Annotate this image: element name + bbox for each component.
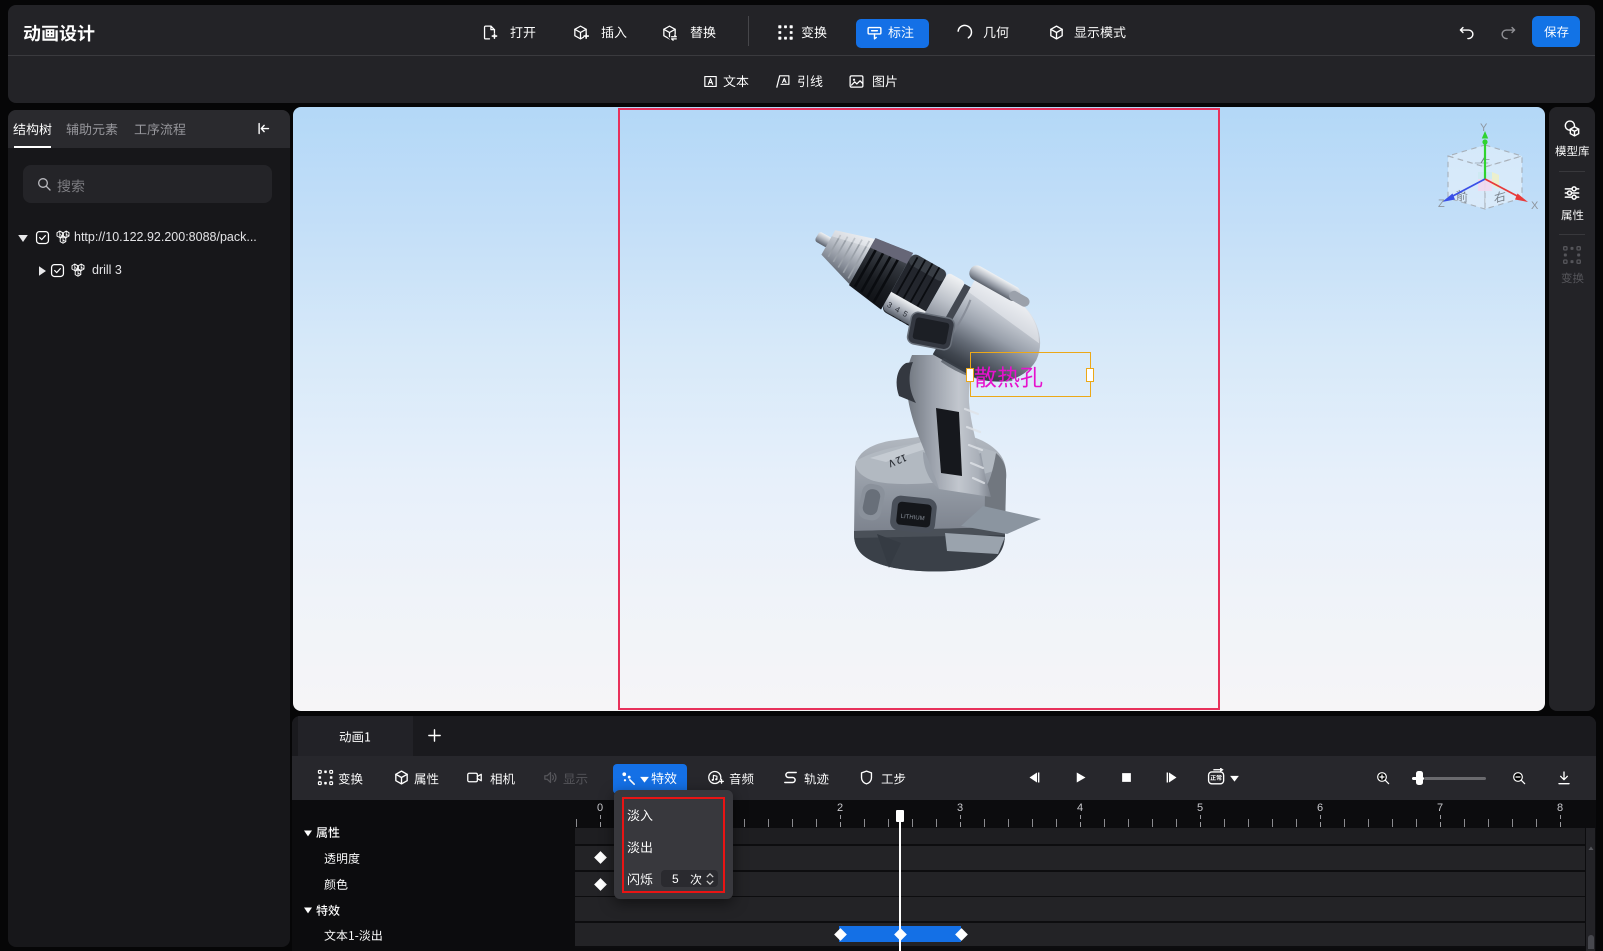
svg-text:X: X [1531, 200, 1539, 212]
svg-text:Y: Y [1480, 122, 1488, 134]
svg-text:Z: Z [1438, 198, 1445, 210]
